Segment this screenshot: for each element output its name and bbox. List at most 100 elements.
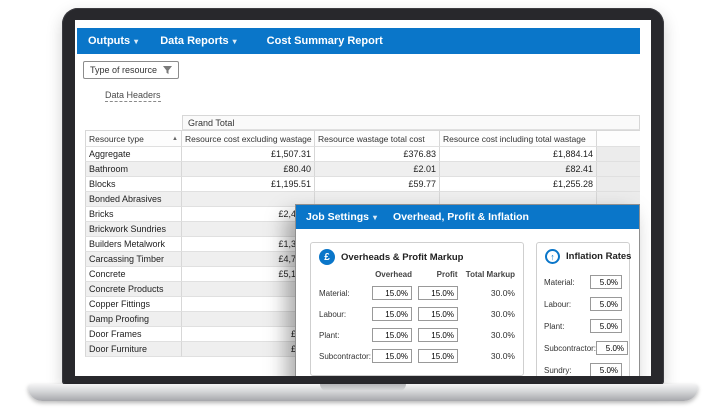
markup-row: Labour: 30.0% — [311, 307, 523, 321]
markup-row: Subcontractor: 30.0% — [311, 349, 523, 363]
profit-input[interactable] — [417, 286, 458, 300]
value-cell: £82.41 — [440, 162, 597, 177]
group-header-row: Grand Total — [85, 115, 640, 130]
field-label: Material: — [544, 277, 575, 287]
job-settings-dialog: Job Settings ▾ Overhead, Profit & Inflat… — [295, 204, 640, 376]
value-cell: £80.40 — [182, 162, 315, 177]
column-header-profit: Profit — [436, 270, 458, 279]
inflation-rate-input[interactable] — [590, 363, 622, 376]
laptop-base-notch — [320, 384, 406, 391]
dialog-title: Overhead, Profit & Inflation — [393, 211, 529, 223]
column-header-label: Resource type — [89, 133, 144, 144]
field-label: Plant: — [319, 330, 340, 340]
resource-type-cell: Concrete Products — [85, 282, 182, 297]
value-cell: £1,255.28 — [440, 177, 597, 192]
value-cell: £1,884.14 — [440, 147, 597, 162]
resource-type-cell: Damp Proofing — [85, 312, 182, 327]
menu-data-reports[interactable]: Data Reports ▾ — [160, 35, 236, 47]
column-header-resource-type[interactable]: Resource type ▲ — [85, 130, 182, 147]
resource-type-cell: Builders Metalwork — [85, 237, 182, 252]
overhead-input[interactable] — [371, 328, 412, 342]
group-header-grand-total: Grand Total — [182, 115, 640, 130]
inflation-rate-input[interactable] — [590, 275, 622, 289]
inflation-panel-header: ↑ Inflation Rates — [537, 243, 632, 267]
markup-row: Plant: 30.0% — [311, 328, 523, 342]
resource-type-cell: Copper Fittings — [85, 297, 182, 312]
menu-job-settings-label: Job Settings — [306, 211, 370, 223]
table-header-row: Resource type ▲ Resource cost excluding … — [85, 130, 640, 147]
column-header-cost-including-wastage[interactable]: Resource cost including total wastage — [440, 130, 597, 147]
column-header-overhead: Overhead — [375, 270, 412, 279]
field-label: Subcontractor: — [319, 351, 372, 361]
inflation-row: Material: — [537, 275, 629, 289]
laptop-screen-bezel: Outputs ▾ Data Reports ▾ Cost Summary Re… — [62, 8, 664, 385]
total-markup-value: 30.0% — [490, 288, 515, 298]
laptop-base — [28, 384, 698, 401]
column-header-total-markup: Total Markup — [465, 270, 515, 279]
filler-cell — [597, 147, 640, 162]
table-row[interactable]: Aggregate £1,507.31 £376.83 £1,884.14 — [85, 147, 640, 162]
menu-job-settings[interactable]: Job Settings ▾ — [306, 211, 377, 223]
resource-type-cell: Blocks — [85, 177, 182, 192]
inflation-row: Subcontractor: — [537, 341, 629, 355]
markup-rows: Material:30.0%Labour:30.0%Plant:30.0%Sub… — [311, 286, 523, 363]
value-cell: £1,195.51 — [182, 177, 315, 192]
markup-header-spacer — [319, 270, 372, 279]
screen: Outputs ▾ Data Reports ▾ Cost Summary Re… — [75, 20, 651, 376]
resource-type-cell: Door Frames — [85, 327, 182, 342]
inflation-rates-panel: ↑ Inflation Rates Material: Labour: Plant:… — [536, 242, 632, 376]
filter-type-of-resource[interactable]: Type of resource — [83, 61, 180, 79]
overheads-panel-header: £ Overheads & Profit Markup — [311, 243, 523, 268]
inflation-row: Plant: — [537, 319, 629, 333]
total-markup-value: 30.0% — [490, 330, 515, 340]
profit-input[interactable] — [417, 307, 458, 321]
column-header-cost-excluding-wastage[interactable]: Resource cost excluding wastage — [182, 130, 315, 147]
field-label: Material: — [319, 288, 350, 298]
table-row[interactable]: Bathroom £80.40 £2.01 £82.41 — [85, 162, 640, 177]
overheads-profit-panel: £ Overheads & Profit Markup Overhead Pro… — [310, 242, 524, 376]
column-header-wastage-total-cost[interactable]: Resource wastage total cost — [315, 130, 440, 147]
field-label: Sundry: — [544, 365, 572, 375]
resource-type-cell: Bathroom — [85, 162, 182, 177]
overhead-input[interactable] — [371, 349, 412, 363]
menu-outputs-label: Outputs — [88, 35, 131, 47]
markup-row: Material: 30.0% — [311, 286, 523, 300]
field-label: Labour: — [544, 299, 572, 309]
inflation-panel-title: Inflation Rates — [566, 251, 632, 262]
resource-type-cell: Brickwork Sundries — [85, 222, 182, 237]
total-markup-value: 30.0% — [490, 309, 515, 319]
menu-outputs[interactable]: Outputs ▾ — [88, 35, 138, 47]
value-cell: £376.83 — [315, 147, 440, 162]
resource-type-cell: Bricks — [85, 207, 182, 222]
field-label: Plant: — [544, 321, 565, 331]
inflation-rows: Material: Labour: Plant: Subcontractor: Sund… — [537, 275, 629, 376]
value-cell: £59.77 — [315, 177, 440, 192]
filter-icon — [163, 65, 173, 74]
table-row[interactable]: Blocks £1,195.51 £59.77 £1,255.28 — [85, 177, 640, 192]
profit-input[interactable] — [417, 328, 458, 342]
overhead-input[interactable] — [371, 286, 412, 300]
group-header-spacer — [85, 115, 182, 130]
value-cell: £2.01 — [315, 162, 440, 177]
filler-cell — [597, 177, 640, 192]
inflation-rate-input[interactable] — [590, 319, 622, 333]
chevron-down-icon: ▾ — [373, 212, 378, 222]
overhead-input[interactable] — [371, 307, 412, 321]
resource-type-cell: Bonded Abrasives — [85, 192, 182, 207]
overheads-panel-title: Overheads & Profit Markup — [341, 251, 464, 263]
profit-input[interactable] — [417, 349, 458, 363]
filter-chip-label: Type of resource — [90, 65, 158, 75]
value-cell: £1,507.31 — [182, 147, 315, 162]
inflation-rate-input[interactable] — [590, 297, 622, 311]
markup-column-headers: Overhead Profit Total Markup — [311, 268, 523, 279]
inflation-row: Sundry: — [537, 363, 629, 376]
menu-bar: Outputs ▾ Data Reports ▾ Cost Summary Re… — [77, 28, 640, 54]
pound-icon: £ — [319, 249, 335, 265]
data-headers-link[interactable]: Data Headers — [105, 90, 161, 102]
inflation-rate-input[interactable] — [596, 341, 629, 355]
chevron-down-icon: ▾ — [134, 36, 139, 46]
filler-cell — [597, 162, 640, 177]
resource-type-cell: Door Furniture — [85, 342, 182, 357]
resource-type-cell: Concrete — [85, 267, 182, 282]
dialog-body: £ Overheads & Profit Markup Overhead Pro… — [296, 229, 639, 376]
